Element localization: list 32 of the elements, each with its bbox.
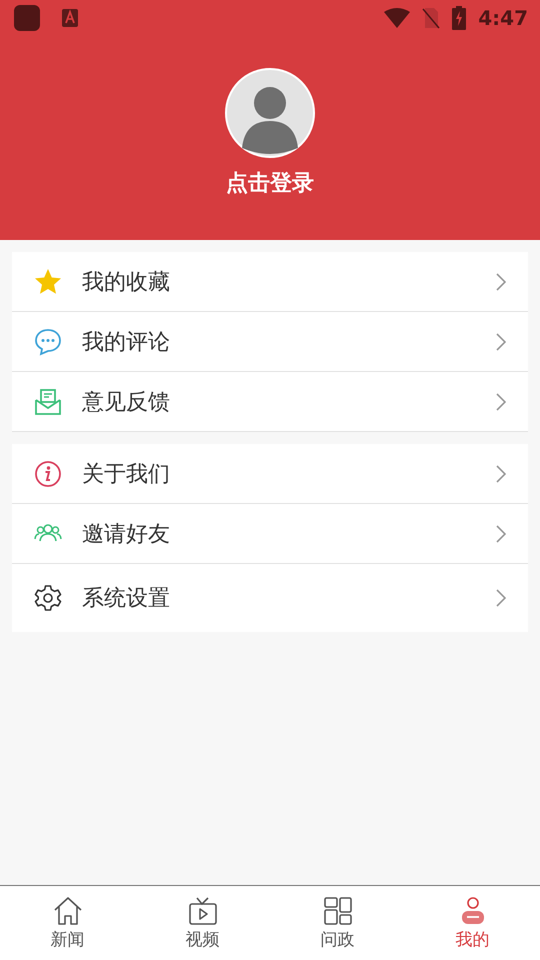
- app-icon: [14, 5, 40, 31]
- grid-icon: [322, 896, 352, 926]
- avatar-icon[interactable]: [225, 68, 315, 158]
- tv-icon: [188, 896, 218, 926]
- gear-icon: [34, 584, 62, 612]
- battery-icon: [452, 6, 466, 30]
- menu-item[interactable]: 系统设置: [12, 564, 528, 632]
- menu-item[interactable]: 关于我们: [12, 444, 528, 504]
- home-icon: [52, 896, 82, 926]
- nav-tab[interactable]: 视频: [135, 886, 270, 960]
- chevron-right-icon: [496, 524, 506, 542]
- menu-item[interactable]: 我的收藏: [12, 252, 528, 312]
- status-time: 4:47: [478, 6, 528, 30]
- nav-tab[interactable]: 我的: [405, 886, 540, 960]
- login-link[interactable]: 点击登录: [226, 168, 314, 198]
- chevron-right-icon: [496, 464, 506, 482]
- mail-icon: [34, 388, 62, 416]
- chevron-right-icon: [496, 589, 506, 607]
- chevron-right-icon: [496, 392, 506, 410]
- star-icon: [34, 268, 62, 296]
- keyboard-icon: [62, 9, 78, 27]
- chevron-right-icon: [496, 272, 506, 290]
- chevron-right-icon: [496, 332, 506, 350]
- no-sim-icon: [422, 7, 440, 29]
- wifi-icon: [384, 8, 410, 28]
- menu-item[interactable]: 我的评论: [12, 312, 528, 372]
- chat-bubble-icon: [34, 328, 62, 356]
- nav-tab[interactable]: 问政: [270, 886, 405, 960]
- menu-item[interactable]: 意见反馈: [12, 372, 528, 432]
- nav-tab[interactable]: 新闻: [0, 886, 135, 960]
- info-icon: [34, 460, 62, 488]
- menu-item[interactable]: 邀请好友: [12, 504, 528, 564]
